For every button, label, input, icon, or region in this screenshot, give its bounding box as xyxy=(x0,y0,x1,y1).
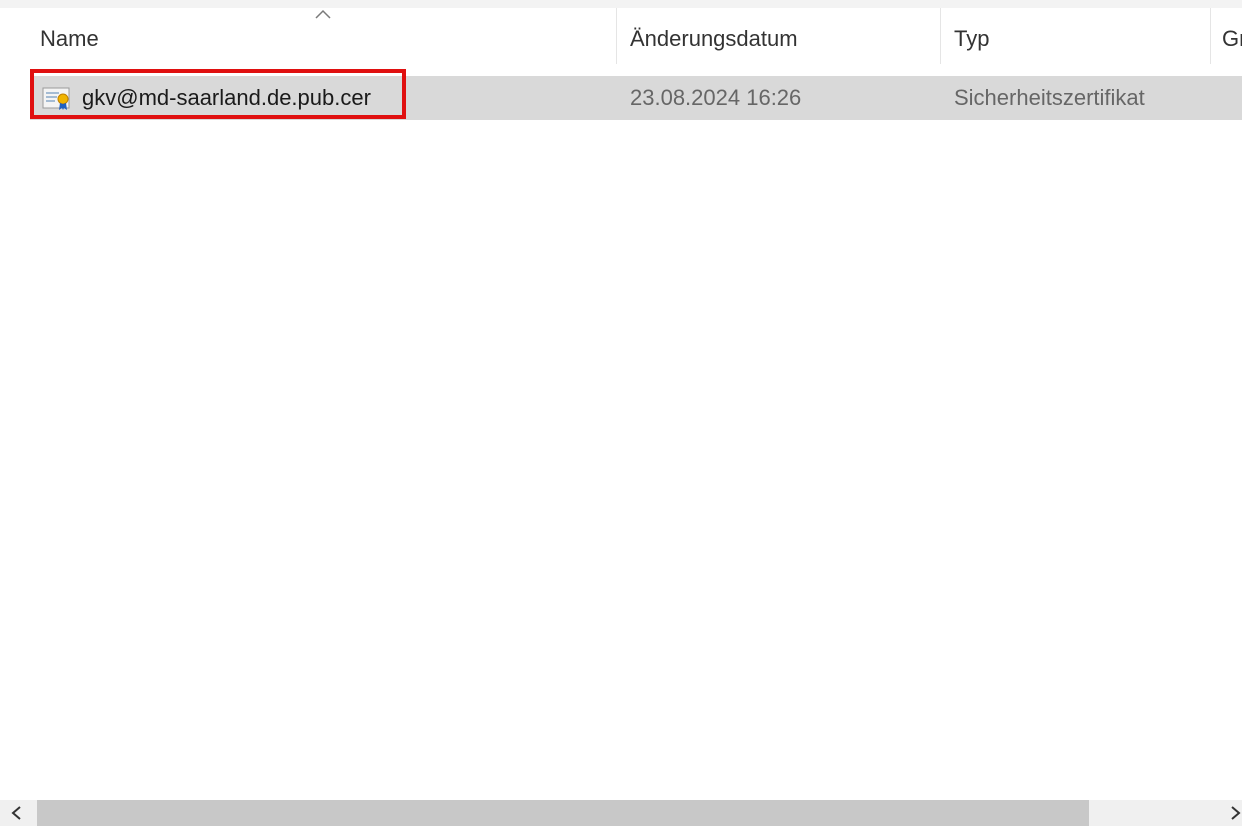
file-name[interactable]: gkv@md-saarland.de.pub.cer xyxy=(82,82,371,114)
horizontal-scrollbar[interactable] xyxy=(0,800,1242,826)
column-header-size[interactable]: Gr xyxy=(1222,24,1242,54)
certificate-icon xyxy=(42,87,70,110)
file-type: Sicherheitszertifikat xyxy=(954,85,1145,110)
file-explorer-details-view: Name Änderungsdatum Typ Gr gkv@md-saarla… xyxy=(0,0,1242,826)
file-row[interactable]: gkv@md-saarland.de.pub.cer 23.08.2024 16… xyxy=(30,76,1242,120)
column-header-type[interactable]: Typ xyxy=(954,24,989,54)
column-header-modified[interactable]: Änderungsdatum xyxy=(630,24,798,54)
column-divider[interactable] xyxy=(940,8,941,64)
file-modified-date: 23.08.2024 16:26 xyxy=(630,85,802,110)
scroll-right-arrow-icon[interactable] xyxy=(1224,802,1242,824)
column-header-row: Name Änderungsdatum Typ Gr xyxy=(0,8,1242,66)
scroll-left-arrow-icon[interactable] xyxy=(6,802,28,824)
column-header-name[interactable]: Name xyxy=(40,24,99,54)
top-edge xyxy=(0,0,1242,8)
scroll-thumb[interactable] xyxy=(37,800,1089,826)
column-divider[interactable] xyxy=(616,8,617,64)
column-divider[interactable] xyxy=(1210,8,1211,64)
sort-ascending-icon xyxy=(315,9,331,19)
